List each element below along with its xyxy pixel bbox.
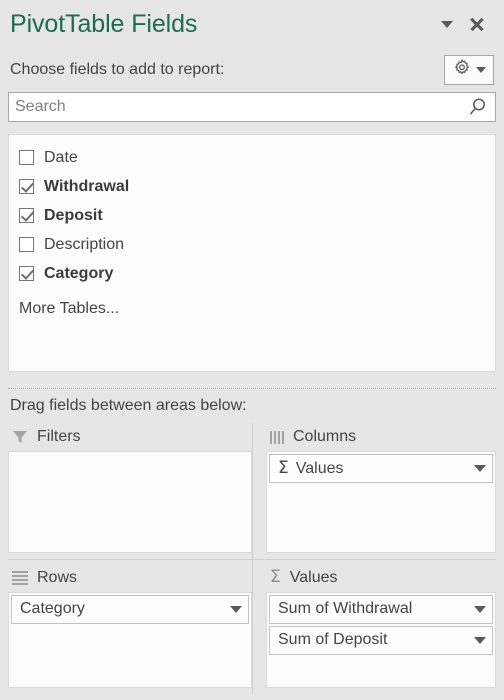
field-pill-category[interactable]: Category <box>11 594 249 624</box>
field-pill-label: Sum of Deposit <box>278 631 388 648</box>
columns-icon <box>270 430 284 444</box>
area-filters: Filters <box>8 423 252 559</box>
page-title: PivotTable Fields <box>10 9 198 38</box>
funnel-icon <box>12 430 28 444</box>
areas-grid: Filters Columns Σ Values Rows Category Σ… <box>0 423 504 700</box>
field-pill-sum-of-deposit[interactable]: Sum of Deposit <box>269 625 493 655</box>
drag-fields-label: Drag fields between areas below: <box>10 397 247 414</box>
field-list[interactable]: Date Withdrawal Deposit Description Cate… <box>8 134 496 372</box>
area-columns-header: Columns <box>266 423 496 451</box>
chevron-down-icon[interactable] <box>474 605 486 613</box>
field-list-item-description[interactable]: Description <box>15 230 489 259</box>
close-button[interactable] <box>462 9 492 39</box>
area-columns: Columns Σ Values <box>252 423 496 559</box>
field-pill-label: Category <box>20 600 85 617</box>
area-rows-dropzone[interactable]: Category <box>8 591 252 688</box>
field-list-item-category[interactable]: Category <box>15 259 489 288</box>
area-filters-header: Filters <box>8 423 252 451</box>
pivottable-fields-pane: PivotTable Fields Choose fields to add t… <box>0 0 504 700</box>
field-pill-values[interactable]: Σ Values <box>269 454 493 483</box>
pane-menu-button[interactable] <box>432 9 462 39</box>
area-title: Columns <box>293 428 357 445</box>
area-title: Values <box>289 568 338 586</box>
gear-icon <box>452 58 472 83</box>
area-rows: Rows Category <box>8 558 252 695</box>
more-tables-link[interactable]: More Tables... <box>15 288 489 318</box>
checkbox-checked-icon[interactable] <box>19 208 34 223</box>
search-icon[interactable] <box>467 96 489 118</box>
area-columns-dropzone[interactable]: Σ Values <box>266 451 496 553</box>
chevron-down-icon[interactable] <box>230 605 242 613</box>
area-title: Filters <box>37 428 81 445</box>
area-filters-dropzone[interactable] <box>8 451 252 553</box>
field-list-tools-button[interactable] <box>444 55 494 85</box>
field-label: Description <box>44 235 125 253</box>
area-values: Σ Values Sum of Withdrawal Sum of Deposi… <box>252 558 496 694</box>
close-icon <box>469 16 485 32</box>
search-row <box>0 92 504 128</box>
area-values-dropzone[interactable]: Sum of Withdrawal Sum of Deposit <box>266 591 496 688</box>
chevron-down-icon <box>441 20 453 28</box>
checkbox-unchecked-icon[interactable] <box>19 237 34 252</box>
field-label: Date <box>44 148 78 166</box>
field-pill-label: Sum of Withdrawal <box>278 600 413 617</box>
field-label: Category <box>44 264 114 282</box>
choose-fields-label: Choose fields to add to report: <box>10 61 225 78</box>
area-rows-header: Rows <box>8 564 252 592</box>
rows-icon <box>12 570 28 585</box>
search-input[interactable] <box>9 93 495 121</box>
checkbox-checked-icon[interactable] <box>19 266 34 281</box>
field-list-item-date[interactable]: Date <box>15 143 489 172</box>
chevron-down-icon[interactable] <box>474 465 486 472</box>
area-title: Rows <box>37 568 78 586</box>
field-label: Withdrawal <box>44 177 130 195</box>
field-list-item-deposit[interactable]: Deposit <box>15 201 489 230</box>
sigma-icon: Σ <box>270 567 281 587</box>
field-label: Deposit <box>44 206 103 224</box>
area-values-header: Σ Values <box>266 564 496 592</box>
field-pill-label: Values <box>295 459 344 477</box>
field-list-item-withdrawal[interactable]: Withdrawal <box>15 172 489 201</box>
chevron-down-icon[interactable] <box>474 636 486 644</box>
checkbox-unchecked-icon[interactable] <box>19 150 34 165</box>
checkbox-checked-icon[interactable] <box>19 179 34 194</box>
sigma-icon: Σ <box>278 458 289 478</box>
pane-titlebar: PivotTable Fields <box>0 0 504 48</box>
choose-fields-row: Choose fields to add to report: <box>0 48 504 92</box>
field-pill-sum-of-withdrawal[interactable]: Sum of Withdrawal <box>269 594 493 624</box>
chevron-down-icon <box>476 67 486 73</box>
search-box[interactable] <box>8 92 496 122</box>
